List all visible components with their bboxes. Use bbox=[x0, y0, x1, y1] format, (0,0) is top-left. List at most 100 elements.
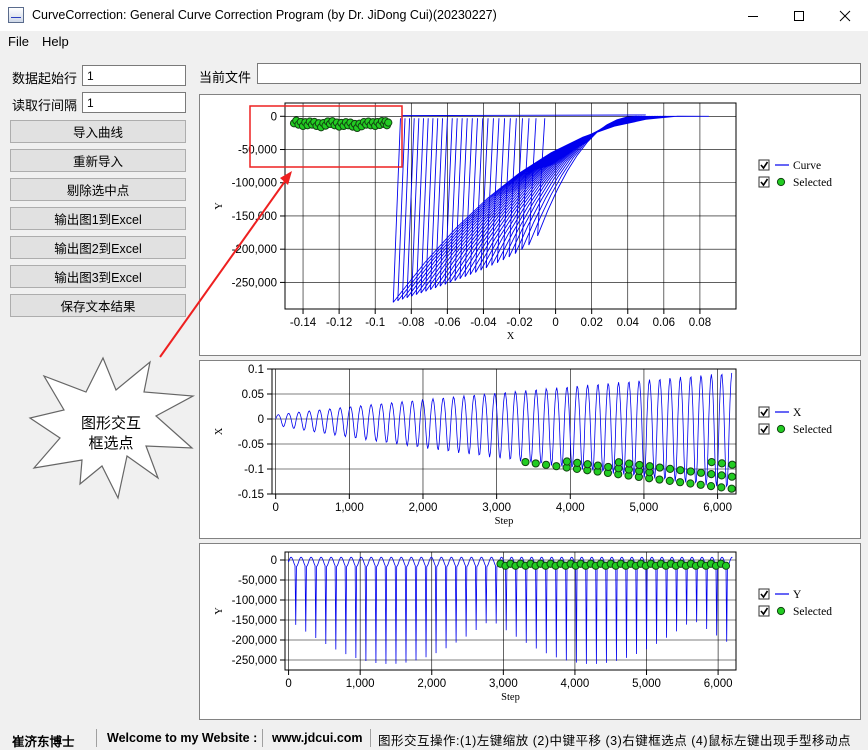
plot-area bbox=[284, 102, 737, 310]
export-fig2-button[interactable]: 输出图2到Excel bbox=[10, 236, 186, 259]
selected-point bbox=[707, 470, 716, 479]
selected-point bbox=[645, 462, 654, 471]
x-tick-label: 0.06 bbox=[653, 317, 675, 329]
x-tick-label: 0.08 bbox=[689, 317, 711, 329]
selected-point bbox=[562, 457, 572, 466]
y-tick-label: -0.05 bbox=[238, 439, 264, 451]
chart3-plot[interactable]: 0 1,000 2,000 3,000 4,000 5,000 6,000 0 -50,000 -… bbox=[200, 544, 860, 719]
selected-point bbox=[593, 461, 603, 470]
minimize-button[interactable] bbox=[730, 0, 776, 31]
status-hint: 图形交互操作:(1)左键缩放 (2)中键平移 (3)右键框选点 (4)鼠标左键出… bbox=[378, 734, 852, 748]
y-tick-label: -0.15 bbox=[238, 489, 264, 501]
y-axis-title: X bbox=[214, 427, 225, 435]
x-tick-label: 3,000 bbox=[489, 678, 518, 690]
x-tick-label: 3,000 bbox=[482, 502, 511, 514]
plot-area bbox=[284, 551, 737, 671]
callout-starburst bbox=[28, 356, 196, 500]
legend-marker-icon bbox=[776, 424, 786, 434]
status-bar: 崔济东博士 Welcome to my Website : www.jdcui.… bbox=[0, 726, 868, 750]
x-tick-label: 0 bbox=[285, 678, 291, 690]
selected-point bbox=[696, 480, 705, 489]
selected-point bbox=[727, 484, 736, 493]
selected-point bbox=[676, 466, 685, 475]
y-axis-title: Y bbox=[214, 202, 225, 210]
export-fig1-button[interactable]: 输出图1到Excel bbox=[10, 207, 186, 230]
import-curve-button[interactable]: 导入曲线 bbox=[10, 120, 186, 143]
menu-bar: File Help bbox=[0, 31, 868, 51]
menu-help[interactable]: Help bbox=[42, 34, 69, 49]
y-tick-label: -0.1 bbox=[244, 464, 264, 476]
y-tick-label: 0 bbox=[271, 555, 277, 567]
maximize-button[interactable] bbox=[776, 0, 822, 31]
chart2-plot[interactable]: 0 1,000 2,000 3,000 4,000 5,000 6,0000.10.050-… bbox=[200, 361, 860, 538]
selected-point bbox=[614, 458, 623, 467]
x-tick-label: 0 bbox=[272, 502, 278, 514]
chart1-panel[interactable]: -0.14 -0.12 -0.1 -0.08 -0.06 -0.04 -0.02 0 0.02 0… bbox=[199, 94, 861, 356]
legend-label: Selected bbox=[793, 424, 832, 436]
x-tick-label: -0.12 bbox=[326, 317, 352, 329]
row-interval-input[interactable]: 1 bbox=[82, 92, 186, 113]
export-fig3-button[interactable]: 输出图3到Excel bbox=[10, 265, 186, 288]
row-interval-label: 读取行间隔 bbox=[12, 98, 78, 113]
selected-point bbox=[384, 118, 393, 127]
chart2-panel[interactable]: 0 1,000 2,000 3,000 4,000 5,000 6,000 0.1 0.05 0-… bbox=[199, 360, 861, 539]
chart1-plot[interactable]: -0.14 -0.12 -0.1 -0.08 -0.06 -0.04 -0.02 0 0.02 0… bbox=[200, 95, 860, 355]
status-welcome: Welcome to my Website : bbox=[107, 731, 258, 745]
chart3-panel[interactable]: 0 1,000 2,000 3,000 4,000 5,000 6,000 0 -50,000 -… bbox=[199, 543, 861, 720]
menu-file[interactable]: File bbox=[8, 34, 29, 49]
window-title: CurveCorrection: General Curve Correctio… bbox=[32, 8, 497, 22]
x-tick-label: 5,000 bbox=[630, 502, 659, 514]
reimport-button[interactable]: 重新导入 bbox=[10, 149, 186, 172]
status-separator bbox=[96, 729, 97, 747]
current-file-input[interactable] bbox=[257, 63, 861, 84]
plot-area bbox=[271, 368, 737, 495]
selected-point bbox=[552, 462, 561, 471]
legend-marker-icon bbox=[776, 177, 786, 187]
selected-point bbox=[583, 460, 592, 469]
y-axis-title: Y bbox=[214, 607, 225, 615]
x-tick-label: -0.1 bbox=[365, 317, 385, 329]
start-row-input[interactable]: 1 bbox=[82, 65, 186, 86]
selected-point bbox=[717, 471, 726, 480]
selected-point bbox=[665, 476, 674, 485]
selected-point bbox=[541, 460, 551, 469]
selected-point bbox=[721, 561, 731, 570]
selected-point bbox=[707, 458, 716, 467]
x-tick-label: -0.14 bbox=[290, 317, 317, 329]
y-tick-label: -200,000 bbox=[232, 244, 277, 256]
selected-point bbox=[573, 458, 582, 467]
current-file-label: 当前文件 bbox=[199, 70, 252, 85]
x-tick-label: 2,000 bbox=[409, 502, 438, 514]
legend-label: Curve bbox=[793, 160, 821, 172]
remove-selected-button[interactable]: 剔除选中点 bbox=[10, 178, 186, 201]
start-row-label: 数据起始行 bbox=[12, 71, 78, 86]
selected-point bbox=[655, 463, 664, 472]
x-tick-label: 0.04 bbox=[617, 317, 640, 329]
selected-point bbox=[675, 478, 685, 487]
selected-point bbox=[706, 482, 716, 491]
selected-point bbox=[686, 479, 695, 488]
selected-point bbox=[655, 475, 664, 484]
legend-label: Selected bbox=[793, 177, 832, 189]
y-tick-label: -150,000 bbox=[232, 211, 277, 223]
x-tick-label: 4,000 bbox=[561, 678, 590, 690]
y-tick-label: -250,000 bbox=[232, 277, 277, 289]
x-tick-label: -0.06 bbox=[434, 317, 460, 329]
x-tick-label: 2,000 bbox=[417, 678, 446, 690]
y-tick-label: -150,000 bbox=[232, 615, 277, 627]
selected-point bbox=[521, 457, 530, 467]
y-tick-label: 0.1 bbox=[248, 364, 264, 376]
y-tick-label: -100,000 bbox=[232, 178, 277, 190]
title-bar: CurveCorrection: General Curve Correctio… bbox=[0, 0, 868, 31]
selected-point bbox=[531, 459, 540, 468]
selected-point bbox=[625, 459, 634, 468]
status-website-link[interactable]: www.jdcui.com bbox=[272, 731, 363, 745]
selected-point bbox=[728, 460, 736, 469]
close-button[interactable] bbox=[822, 0, 868, 31]
y-tick-label: 0 bbox=[258, 414, 264, 426]
callout-line2: 框选点 bbox=[88, 435, 133, 452]
save-text-button[interactable]: 保存文本结果 bbox=[10, 294, 186, 317]
legend-label: Y bbox=[793, 589, 802, 601]
selected-point bbox=[604, 462, 613, 472]
selected-point bbox=[696, 468, 706, 477]
